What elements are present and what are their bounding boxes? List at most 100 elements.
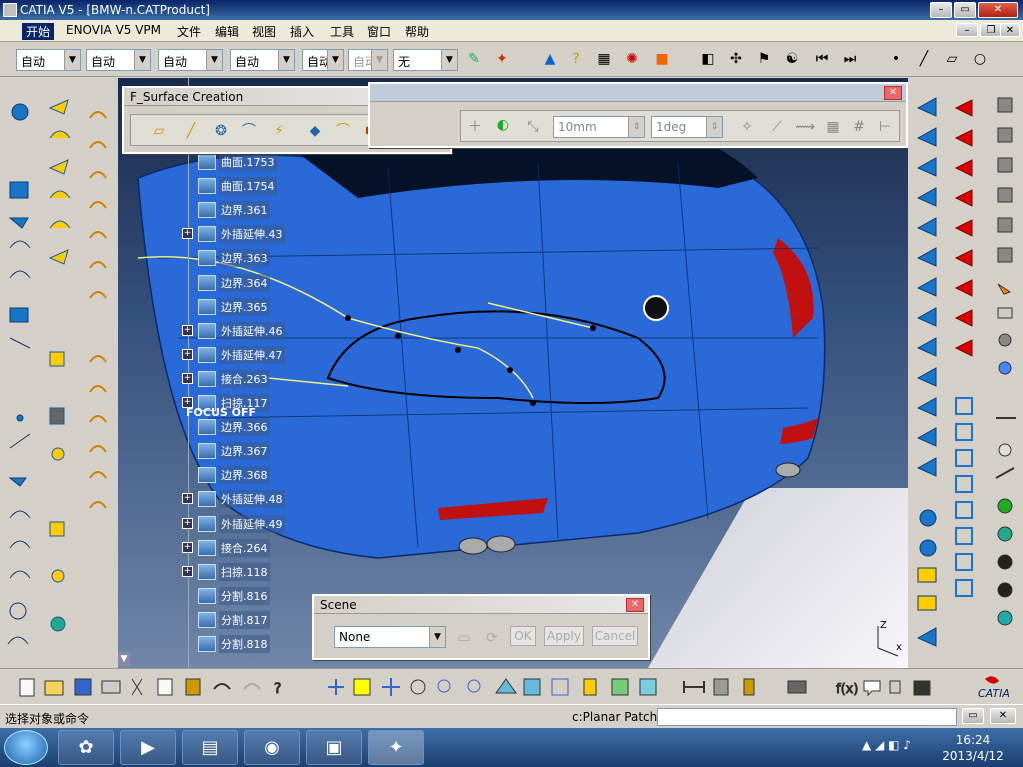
color-combo[interactable]: 自动 ▼ (16, 49, 81, 71)
fill-surface-icon[interactable]: ⌒ (239, 121, 259, 141)
3d-viewport[interactable]: Z x 曲面.1753 曲面.1754 边界.361 + 外插延伸.43 边界.363 边界… (118, 78, 908, 668)
grid-icon[interactable]: # (849, 117, 869, 137)
tree-node[interactable]: 边界.365 (198, 297, 270, 317)
tree-node[interactable]: 边界.367 (198, 441, 270, 461)
analysis-icon[interactable]: ◧ (698, 49, 718, 69)
part-icon[interactable]: ■ (652, 49, 672, 69)
catalog-icon[interactable]: ▲ (540, 49, 560, 69)
tree-node[interactable]: 外插延伸.48 (198, 489, 285, 509)
close-button[interactable]: ✕ (978, 2, 1018, 18)
bottom-toolbar-icons[interactable]: ? f(x) CATIA (0, 669, 1023, 705)
status-window-button[interactable]: ▭ (962, 708, 984, 724)
tree-expand-icon[interactable]: + (182, 373, 193, 384)
scene-ok-button[interactable]: OK (510, 626, 536, 646)
line-icon[interactable]: ╱ (914, 49, 934, 69)
transparency-combo[interactable]: 自动 ▼ (86, 49, 151, 71)
spin-icon[interactable]: ⇕ (628, 117, 644, 137)
spin-icon[interactable]: ⇕ (706, 117, 722, 137)
minimize-button[interactable]: – (930, 2, 952, 18)
yinyang-icon[interactable]: ☯ (782, 49, 802, 69)
angle-step-field[interactable]: 1deg ⇕ (651, 116, 723, 138)
fillet-surface-icon[interactable]: ⌒ (333, 121, 353, 141)
tree-node[interactable]: 扫掠.118 (198, 562, 270, 582)
tangent-icon[interactable]: ⟋ (767, 117, 787, 137)
tree-node[interactable]: 接合.264 (198, 538, 270, 558)
tree-node[interactable]: 边界.364 (198, 273, 270, 293)
tree-node[interactable]: 边界.363 (198, 248, 270, 268)
tools-toolbar-title[interactable] (370, 84, 906, 102)
catia-app-icon[interactable] (3, 3, 17, 17)
taskbar-app-1[interactable]: ✿ (58, 730, 114, 765)
system-tray[interactable]: ▲ ◢ ◧ ♪ (862, 738, 911, 752)
knowledge-icon[interactable]: ✺ (622, 49, 642, 69)
right-toolbar-icons[interactable] (908, 78, 1023, 668)
painter-icon[interactable]: ✎ (464, 49, 484, 69)
curvature-icon[interactable]: ⟿ (795, 117, 815, 137)
forward-icon[interactable]: ⏭ (840, 49, 860, 69)
compass-icon[interactable]: ⚑ (754, 49, 774, 69)
snap-point-icon[interactable]: ✧ (737, 117, 757, 137)
tree-expand-icon[interactable]: + (182, 518, 193, 529)
tree-expand-icon[interactable]: + (182, 493, 193, 504)
offset-surface-icon[interactable]: ◆ (305, 121, 325, 141)
extrude-surface-icon[interactable]: ⚡ (269, 121, 289, 141)
tree-node[interactable]: 曲面.1753 (198, 152, 277, 172)
menu-view[interactable]: 视图 (252, 23, 276, 40)
menu-window[interactable]: 窗口 (367, 23, 391, 40)
menu-tools[interactable]: 工具 (330, 23, 354, 40)
menu-edit[interactable]: 编辑 (215, 23, 239, 40)
line-thickness-combo[interactable]: 自动 ▼ (158, 49, 223, 71)
tree-node[interactable]: 边界.361 (198, 200, 270, 220)
tree-node[interactable]: 外插延伸.43 (198, 224, 285, 244)
planar-patch-icon[interactable]: ▱ (149, 121, 169, 141)
clock[interactable]: 16:24 2013/4/12 (938, 732, 1008, 764)
tree-node[interactable]: 分割.817 (198, 610, 270, 630)
tree-node[interactable]: 边界.368 (198, 465, 270, 485)
tree-scroll-down-button[interactable]: ▼ (118, 652, 130, 666)
dashboard-icon[interactable]: ◐ (493, 115, 513, 135)
refresh-scene-icon[interactable]: ⟳ (482, 628, 502, 648)
start-button[interactable] (4, 730, 48, 765)
rendering-style-combo[interactable]: 无 ▼ (393, 49, 458, 71)
tree-expand-icon[interactable]: + (182, 566, 193, 577)
menu-help[interactable]: 帮助 (405, 23, 429, 40)
plus-icon[interactable]: ＋ (465, 117, 485, 137)
menu-insert[interactable]: 插入 (290, 23, 314, 40)
menu-enovia[interactable]: ENOVIA V5 VPM (66, 23, 161, 37)
tools-toolbar-close-button[interactable]: ✕ (884, 86, 902, 100)
taskbar-media-player[interactable]: ▶ (120, 730, 176, 765)
measure-icon[interactable]: ✣ (726, 49, 746, 69)
menu-file[interactable]: 文件 (177, 23, 201, 40)
net-surface-icon[interactable]: ╱ (181, 121, 201, 141)
scene-apply-button[interactable]: Apply (544, 626, 584, 646)
snap-icon[interactable]: ⤡ (523, 117, 543, 137)
line-type-combo[interactable]: 自动 ▼ (230, 49, 295, 71)
grid-snap-icon[interactable]: ▦ (823, 117, 843, 137)
scene-title[interactable]: Scene (314, 596, 648, 614)
help-icon[interactable]: ? (566, 49, 586, 69)
scene-cancel-button[interactable]: Cancel (592, 626, 638, 646)
plane-icon[interactable]: ▱ (942, 49, 962, 69)
tree-node[interactable]: 外插延伸.47 (198, 345, 285, 365)
formula-icon[interactable]: ▦ (594, 49, 614, 69)
rewind-icon[interactable]: ⏮ (812, 49, 832, 69)
left-toolbar-icons[interactable] (0, 78, 118, 668)
tree-expand-icon[interactable]: + (182, 542, 193, 553)
tree-node[interactable]: 分割.816 (198, 586, 270, 606)
taskbar-chrome[interactable]: ◉ (244, 730, 300, 765)
taskbar-explorer[interactable]: ▤ (182, 730, 238, 765)
menu-start[interactable]: 开始 (22, 23, 55, 40)
doc-minimize-button[interactable]: – (956, 23, 978, 37)
maximize-button[interactable]: ▭ (954, 2, 976, 18)
command-input[interactable] (657, 708, 957, 726)
taskbar-catia[interactable]: ✦ (368, 730, 424, 765)
point-icon[interactable]: • (886, 49, 906, 69)
tree-node[interactable]: 曲面.1754 (198, 176, 277, 196)
tree-node[interactable]: 接合.263 (198, 369, 270, 389)
doc-close-button[interactable]: ✕ (1000, 23, 1020, 37)
layer-combo[interactable]: 自动 ▼ (348, 49, 388, 71)
tree-node[interactable]: 边界.366 (198, 417, 270, 437)
blend-surface-icon[interactable]: ❂ (211, 121, 231, 141)
scene-select[interactable]: None ▼ (334, 626, 446, 648)
axis-system-icon[interactable]: ⊢ (875, 117, 895, 137)
